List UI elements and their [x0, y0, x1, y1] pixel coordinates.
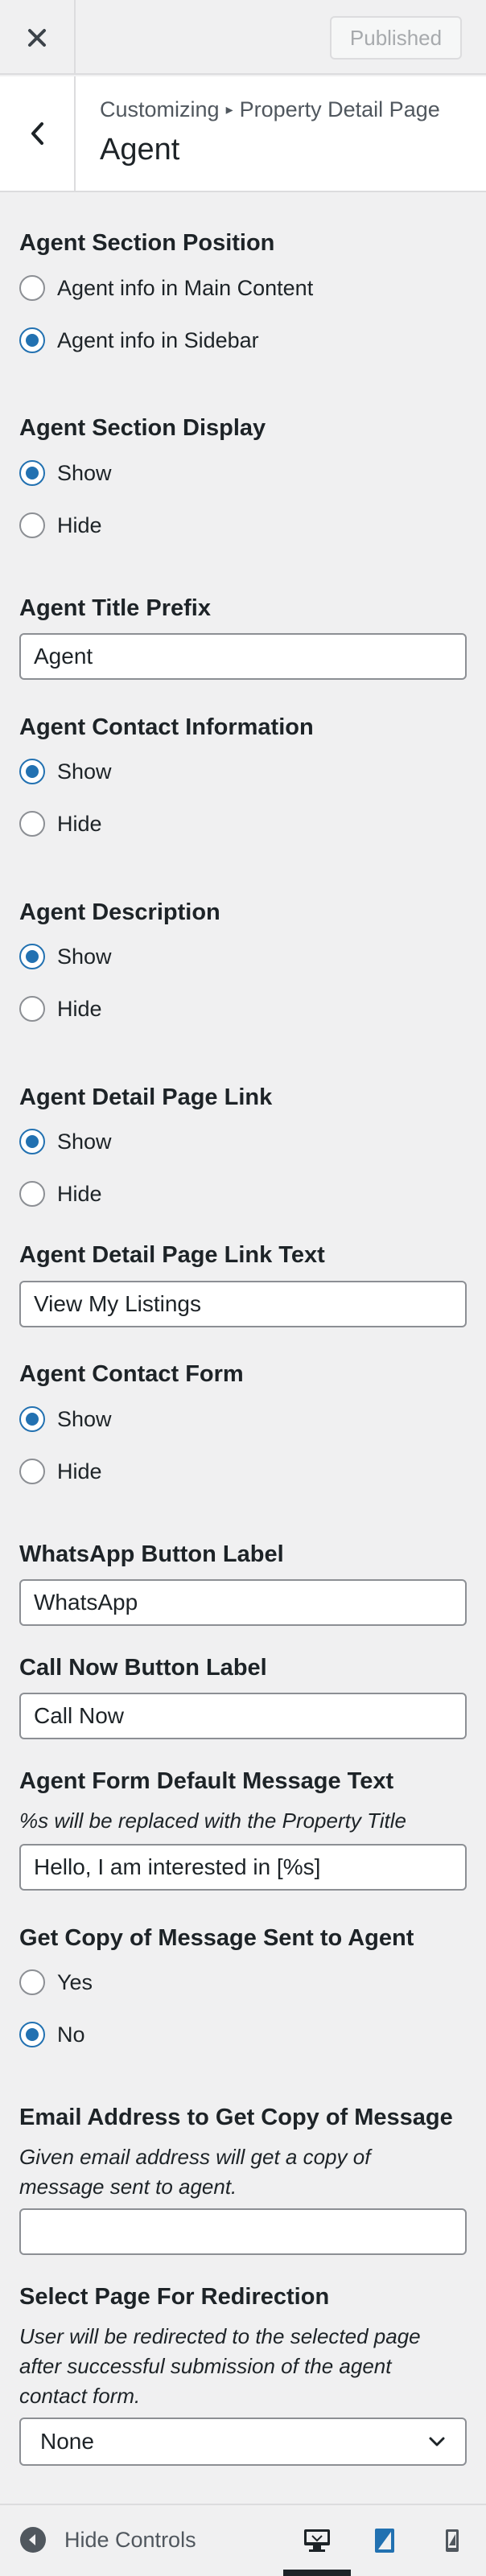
agent-section-position-title: Agent Section Position	[19, 230, 275, 256]
select-page-redirection-description: User will be redirected to the selected …	[19, 2322, 467, 2411]
select-page-redirection-title: Select Page For Redirection	[19, 2284, 330, 2310]
preview-tablet-button[interactable]	[351, 2516, 418, 2565]
preview-mobile-button[interactable]	[418, 2516, 486, 2565]
radio-section-display-show[interactable]: Show	[19, 459, 112, 488]
close-customizer-button[interactable]	[0, 0, 76, 75]
radio-label: Yes	[57, 1969, 93, 1994]
radio-label: Hide	[57, 512, 102, 537]
hide-controls-label: Hide Controls	[64, 2527, 196, 2552]
radio-button-checked[interactable]	[19, 944, 45, 969]
whatsapp-button-label-input[interactable]: WhatsApp	[19, 1579, 467, 1626]
radio-label: No	[57, 2022, 85, 2047]
preview-desktop-button[interactable]	[283, 2516, 351, 2576]
section-header: Customizing ▸ Property Detail Page Agent	[0, 76, 486, 192]
radio-button-checked[interactable]	[19, 327, 45, 353]
radio-label: Agent info in Sidebar	[57, 327, 259, 352]
published-button[interactable]: Published	[330, 16, 462, 60]
close-icon	[28, 28, 46, 47]
back-button[interactable]	[0, 76, 76, 191]
radio-description-hide[interactable]: Hide	[19, 994, 102, 1023]
radio-button-checked[interactable]	[19, 1406, 45, 1432]
agent-detail-page-link-text-title: Agent Detail Page Link Text	[19, 1242, 325, 1268]
agent-title-prefix-input[interactable]: Agent	[19, 633, 467, 680]
whatsapp-button-label-title: WhatsApp Button Label	[19, 1541, 284, 1567]
radio-button-checked[interactable]	[19, 1129, 45, 1154]
get-copy-of-message-title: Get Copy of Message Sent to Agent	[19, 1925, 414, 1951]
collapse-arrow-icon	[20, 2527, 46, 2553]
breadcrumb: Customizing ▸ Property Detail Page	[100, 97, 440, 122]
breadcrumb-prefix: Customizing	[100, 97, 220, 121]
desktop-icon	[304, 2529, 330, 2552]
radio-contact-form-show[interactable]: Show	[19, 1405, 112, 1434]
description-line: Given email address will get a copy of	[19, 2145, 371, 2169]
agent-detail-page-link-title: Agent Detail Page Link	[19, 1084, 273, 1110]
tablet-icon	[375, 2529, 394, 2553]
agent-contact-form-title: Agent Contact Form	[19, 1361, 244, 1387]
description-line: contact form.	[19, 2384, 141, 2408]
radio-label: Hide	[57, 811, 102, 836]
radio-button-checked[interactable]	[19, 759, 45, 784]
radio-sidebar[interactable]: Agent info in Sidebar	[19, 326, 259, 355]
radio-button[interactable]	[19, 1459, 45, 1484]
customizer-footer: Hide Controls	[0, 2504, 486, 2576]
customizer-header: Published	[0, 0, 486, 75]
radio-copy-yes[interactable]: Yes	[19, 1968, 93, 1997]
radio-section-display-hide[interactable]: Hide	[19, 511, 102, 540]
radio-contact-form-hide[interactable]: Hide	[19, 1457, 102, 1486]
agent-detail-page-link-text-input[interactable]: View My Listings	[19, 1281, 467, 1327]
email-copy-address-description: Given email address will get a copy of m…	[19, 2142, 467, 2202]
hide-controls-button[interactable]: Hide Controls	[19, 2526, 196, 2553]
radio-button[interactable]	[19, 275, 45, 301]
agent-form-default-message-input[interactable]: Hello, I am interested in [%s]	[19, 1844, 467, 1891]
radio-button[interactable]	[19, 996, 45, 1022]
redirect-page-select[interactable]: None	[19, 2418, 467, 2466]
agent-description-title: Agent Description	[19, 899, 220, 925]
agent-section-display-title: Agent Section Display	[19, 415, 266, 441]
radio-button[interactable]	[19, 1969, 45, 1995]
radio-label: Hide	[57, 996, 102, 1021]
description-line: after successful submission of the agent	[19, 2354, 392, 2378]
radio-contact-info-hide[interactable]: Hide	[19, 809, 102, 838]
radio-button-checked[interactable]	[19, 460, 45, 486]
breadcrumb-parent: Property Detail Page	[239, 97, 440, 121]
call-now-button-label-title: Call Now Button Label	[19, 1655, 267, 1681]
mobile-icon	[446, 2529, 459, 2552]
agent-title-prefix-title: Agent Title Prefix	[19, 595, 211, 621]
radio-button[interactable]	[19, 811, 45, 837]
radio-label: Hide	[57, 1181, 102, 1206]
breadcrumb-arrow-icon: ▸	[225, 101, 233, 117]
radio-main-content[interactable]: Agent info in Main Content	[19, 274, 313, 302]
radio-detail-link-show[interactable]: Show	[19, 1127, 112, 1156]
radio-detail-link-hide[interactable]: Hide	[19, 1179, 102, 1208]
select-value: None	[40, 2429, 94, 2454]
radio-description-show[interactable]: Show	[19, 942, 112, 971]
chevron-down-icon	[429, 2437, 445, 2446]
radio-label: Hide	[57, 1459, 102, 1483]
agent-form-default-message-description: %s will be replaced with the Property Ti…	[19, 1809, 406, 1833]
radio-button-checked[interactable]	[19, 2022, 45, 2047]
description-line: message sent to agent.	[19, 2175, 237, 2199]
chevron-left-icon	[31, 122, 43, 145]
radio-label: Show	[57, 460, 112, 485]
radio-button[interactable]	[19, 1181, 45, 1207]
radio-label: Show	[57, 1406, 112, 1431]
description-line: User will be redirected to the selected …	[19, 2324, 421, 2348]
email-copy-address-input[interactable]	[19, 2208, 467, 2255]
radio-label: Show	[57, 759, 112, 784]
radio-label: Agent info in Main Content	[57, 275, 314, 300]
radio-label: Show	[57, 944, 112, 969]
radio-label: Show	[57, 1129, 112, 1154]
section-title: Agent	[100, 133, 180, 167]
agent-contact-information-title: Agent Contact Information	[19, 714, 314, 740]
radio-copy-no[interactable]: No	[19, 2020, 85, 2049]
email-copy-address-title: Email Address to Get Copy of Message	[19, 2105, 453, 2130]
agent-form-default-message-title: Agent Form Default Message Text	[19, 1768, 394, 1794]
radio-button[interactable]	[19, 512, 45, 538]
radio-contact-info-show[interactable]: Show	[19, 757, 112, 786]
call-now-button-label-input[interactable]: Call Now	[19, 1693, 467, 1739]
